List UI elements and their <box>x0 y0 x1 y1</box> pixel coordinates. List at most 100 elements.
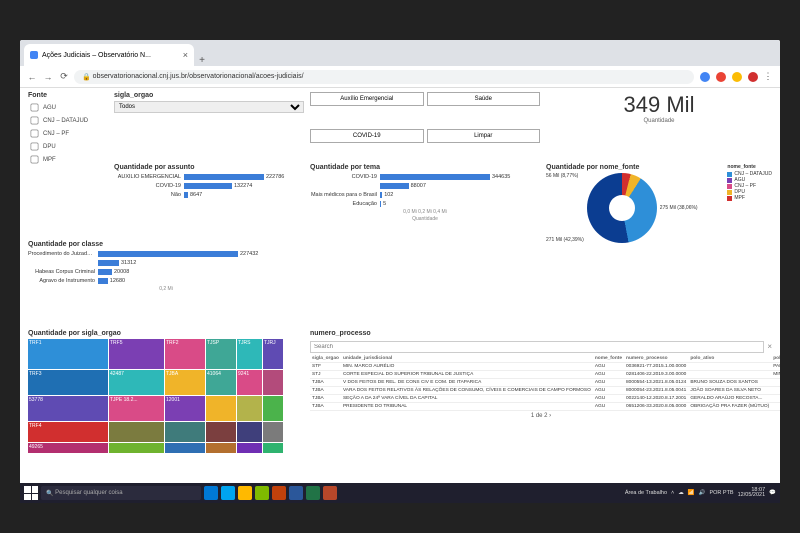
treemap-cell[interactable] <box>165 422 205 442</box>
table-row[interactable]: TJBASEÇÃO A DA 24ª VARA CÍVEL DA CAPITAL… <box>310 394 780 402</box>
btn-covid[interactable]: COVID-19 <box>310 129 424 143</box>
treemap-cell[interactable]: TJRS <box>237 339 262 369</box>
search-clear-icon[interactable]: × <box>767 342 772 351</box>
taskbar-app-icon[interactable] <box>255 486 269 500</box>
treemap-cell[interactable] <box>237 443 262 453</box>
fonte-checkbox[interactable] <box>31 130 39 138</box>
tray-lang[interactable]: POR PTB <box>709 490 733 496</box>
taskbar-app-icon[interactable] <box>272 486 286 500</box>
fonte-option[interactable]: DPU <box>28 140 108 153</box>
table-row[interactable]: TJBAV DOS FEITOS DE REL. DE CONS CIV E C… <box>310 378 780 386</box>
new-tab-button[interactable]: + <box>194 55 210 66</box>
bar-row[interactable]: 31312 <box>28 259 304 267</box>
bar-row[interactable]: Agravo de Instrumento 12680 <box>28 277 304 285</box>
system-tray[interactable]: Área de Trabalho ˄ ☁ 📶 🔊 POR PTB 18:0712… <box>625 488 776 499</box>
treemap-cell[interactable] <box>206 422 236 442</box>
taskbar-app-icon[interactable] <box>204 486 218 500</box>
treemap-cell[interactable]: 41064 <box>206 370 236 395</box>
treemap-cell[interactable] <box>263 370 283 395</box>
browser-tab[interactable]: Ações Judiciais – Observatório N... × <box>24 44 194 66</box>
table-header[interactable]: sigla_orgao <box>310 355 341 363</box>
table-row[interactable]: STFMIN. MARCO AURÉLIOAGU0036921-77.2015.… <box>310 362 780 370</box>
taskbar-app-icon[interactable] <box>323 486 337 500</box>
treemap-cell[interactable] <box>237 422 262 442</box>
treemap-cell[interactable]: TJBA <box>165 370 205 395</box>
tray-volume-icon[interactable]: 🔊 <box>699 490 706 496</box>
nav-forward-icon[interactable]: → <box>42 72 54 82</box>
legend-item[interactable]: MPF <box>727 195 772 201</box>
treemap-cell[interactable]: TRF3 <box>28 370 108 395</box>
extension-icon[interactable] <box>716 72 726 82</box>
table-header[interactable]: numero_processo <box>624 355 688 363</box>
treemap-cell[interactable] <box>109 422 164 442</box>
bar-row[interactable]: Mais médicos para o Brasil 102 <box>310 191 540 199</box>
start-button[interactable] <box>24 486 38 500</box>
bar-row[interactable]: COVID-19 132274 <box>114 182 304 190</box>
treemap-cell[interactable]: TRF4 <box>28 422 108 442</box>
taskbar-app-icon[interactable] <box>289 486 303 500</box>
bar-row[interactable]: COVID-19 344635 <box>310 173 540 181</box>
fonte-option[interactable]: MPF <box>28 153 108 166</box>
table-header[interactable]: polo_passivo <box>771 355 780 363</box>
treemap-cell[interactable] <box>206 443 236 453</box>
treemap-cell[interactable]: 42487 <box>109 370 164 395</box>
nav-reload-icon[interactable]: ⟳ <box>58 71 70 82</box>
btn-saude[interactable]: Saúde <box>427 92 541 106</box>
tray-chevron-up-icon[interactable]: ˄ <box>671 490 674 496</box>
tray-notifications-icon[interactable]: 💬 <box>769 490 776 496</box>
treemap-cell[interactable]: 12001 <box>165 396 205 421</box>
treemap-cell[interactable]: 53778 <box>28 396 108 421</box>
fonte-checkbox[interactable] <box>31 143 39 151</box>
nav-back-icon[interactable]: ← <box>26 72 38 82</box>
treemap-cell[interactable] <box>263 422 283 442</box>
address-bar[interactable]: 🔒 observatorionacional.cnj.jus.br/observ… <box>74 70 694 84</box>
fonte-checkbox[interactable] <box>31 117 39 125</box>
pie-donut[interactable] <box>587 173 657 243</box>
search-input[interactable] <box>310 341 764 353</box>
fonte-checkbox[interactable] <box>31 156 39 164</box>
browser-menu-icon[interactable]: ⋮ <box>762 71 774 82</box>
treemap-cell[interactable] <box>109 443 164 453</box>
table-header[interactable]: polo_ativo <box>688 355 771 363</box>
fonte-option[interactable]: CNJ – DATAJUD <box>28 114 108 127</box>
bar-row[interactable]: Educação 5 <box>310 200 540 208</box>
btn-auxilio[interactable]: Auxílio Emergencial <box>310 92 424 106</box>
bar-row[interactable]: 88007 <box>310 182 540 190</box>
treemap-cell[interactable]: TJPE 18.2... <box>109 396 164 421</box>
treemap-cell[interactable]: TJRJ <box>263 339 283 369</box>
treemap-cell[interactable]: 9241 <box>237 370 262 395</box>
taskbar-app-icon[interactable] <box>221 486 235 500</box>
fonte-option[interactable]: CNJ – PF <box>28 127 108 140</box>
taskbar-app-icon[interactable] <box>238 486 252 500</box>
tray-cloud-icon[interactable]: ☁ <box>678 490 684 496</box>
taskbar-search[interactable]: 🔍 Pesquisar qualquer coisa <box>41 486 201 500</box>
tray-wifi-icon[interactable]: 📶 <box>688 490 695 496</box>
sigla-select[interactable]: Todos <box>114 101 304 113</box>
table-row[interactable]: STJCORTE ESPECIAL DO SUPERIOR TRIBUNAL D… <box>310 370 780 378</box>
fonte-option[interactable]: AGU <box>28 101 108 114</box>
bar-row[interactable]: Habeas Corpus Criminal 20008 <box>28 268 304 276</box>
treemap-cell[interactable] <box>165 443 205 453</box>
bar-row[interactable]: Procedimento do Juizado Especial Cíve...… <box>28 250 304 258</box>
treemap-cell[interactable] <box>206 396 236 421</box>
treemap-cell[interactable] <box>237 396 262 421</box>
extension-icon[interactable] <box>732 72 742 82</box>
treemap-cell[interactable] <box>263 396 283 421</box>
treemap-cell[interactable]: 49265 <box>28 443 108 453</box>
btn-limpar[interactable]: Limpar <box>427 129 541 143</box>
bar-row[interactable]: AUXÍLIO EMERGENCIAL 222786 <box>114 173 304 181</box>
table-header[interactable]: unidade_jurisdicional <box>341 355 593 363</box>
tray-clock[interactable]: 18:0712/05/2021 <box>738 488 766 499</box>
fonte-checkbox[interactable] <box>31 104 39 112</box>
treemap-cell[interactable]: TRF1 <box>28 339 108 369</box>
extension-icon[interactable] <box>748 72 758 82</box>
table-row[interactable]: TJBAVARA DOS FEITOS RELATIVOS ÀS RELAÇÕE… <box>310 386 780 394</box>
taskbar-app-icon[interactable] <box>306 486 320 500</box>
treemap-cell[interactable]: TRF2 <box>165 339 205 369</box>
treemap-cell[interactable]: TJSP <box>206 339 236 369</box>
treemap-cell[interactable]: TRF5 <box>109 339 164 369</box>
treemap-cell[interactable] <box>263 443 283 453</box>
table-row[interactable]: TJBAPRESIDENTE DO TRIBUNALAGU0651206-33.… <box>310 402 780 410</box>
tab-close-icon[interactable]: × <box>183 50 188 60</box>
extension-icon[interactable] <box>700 72 710 82</box>
